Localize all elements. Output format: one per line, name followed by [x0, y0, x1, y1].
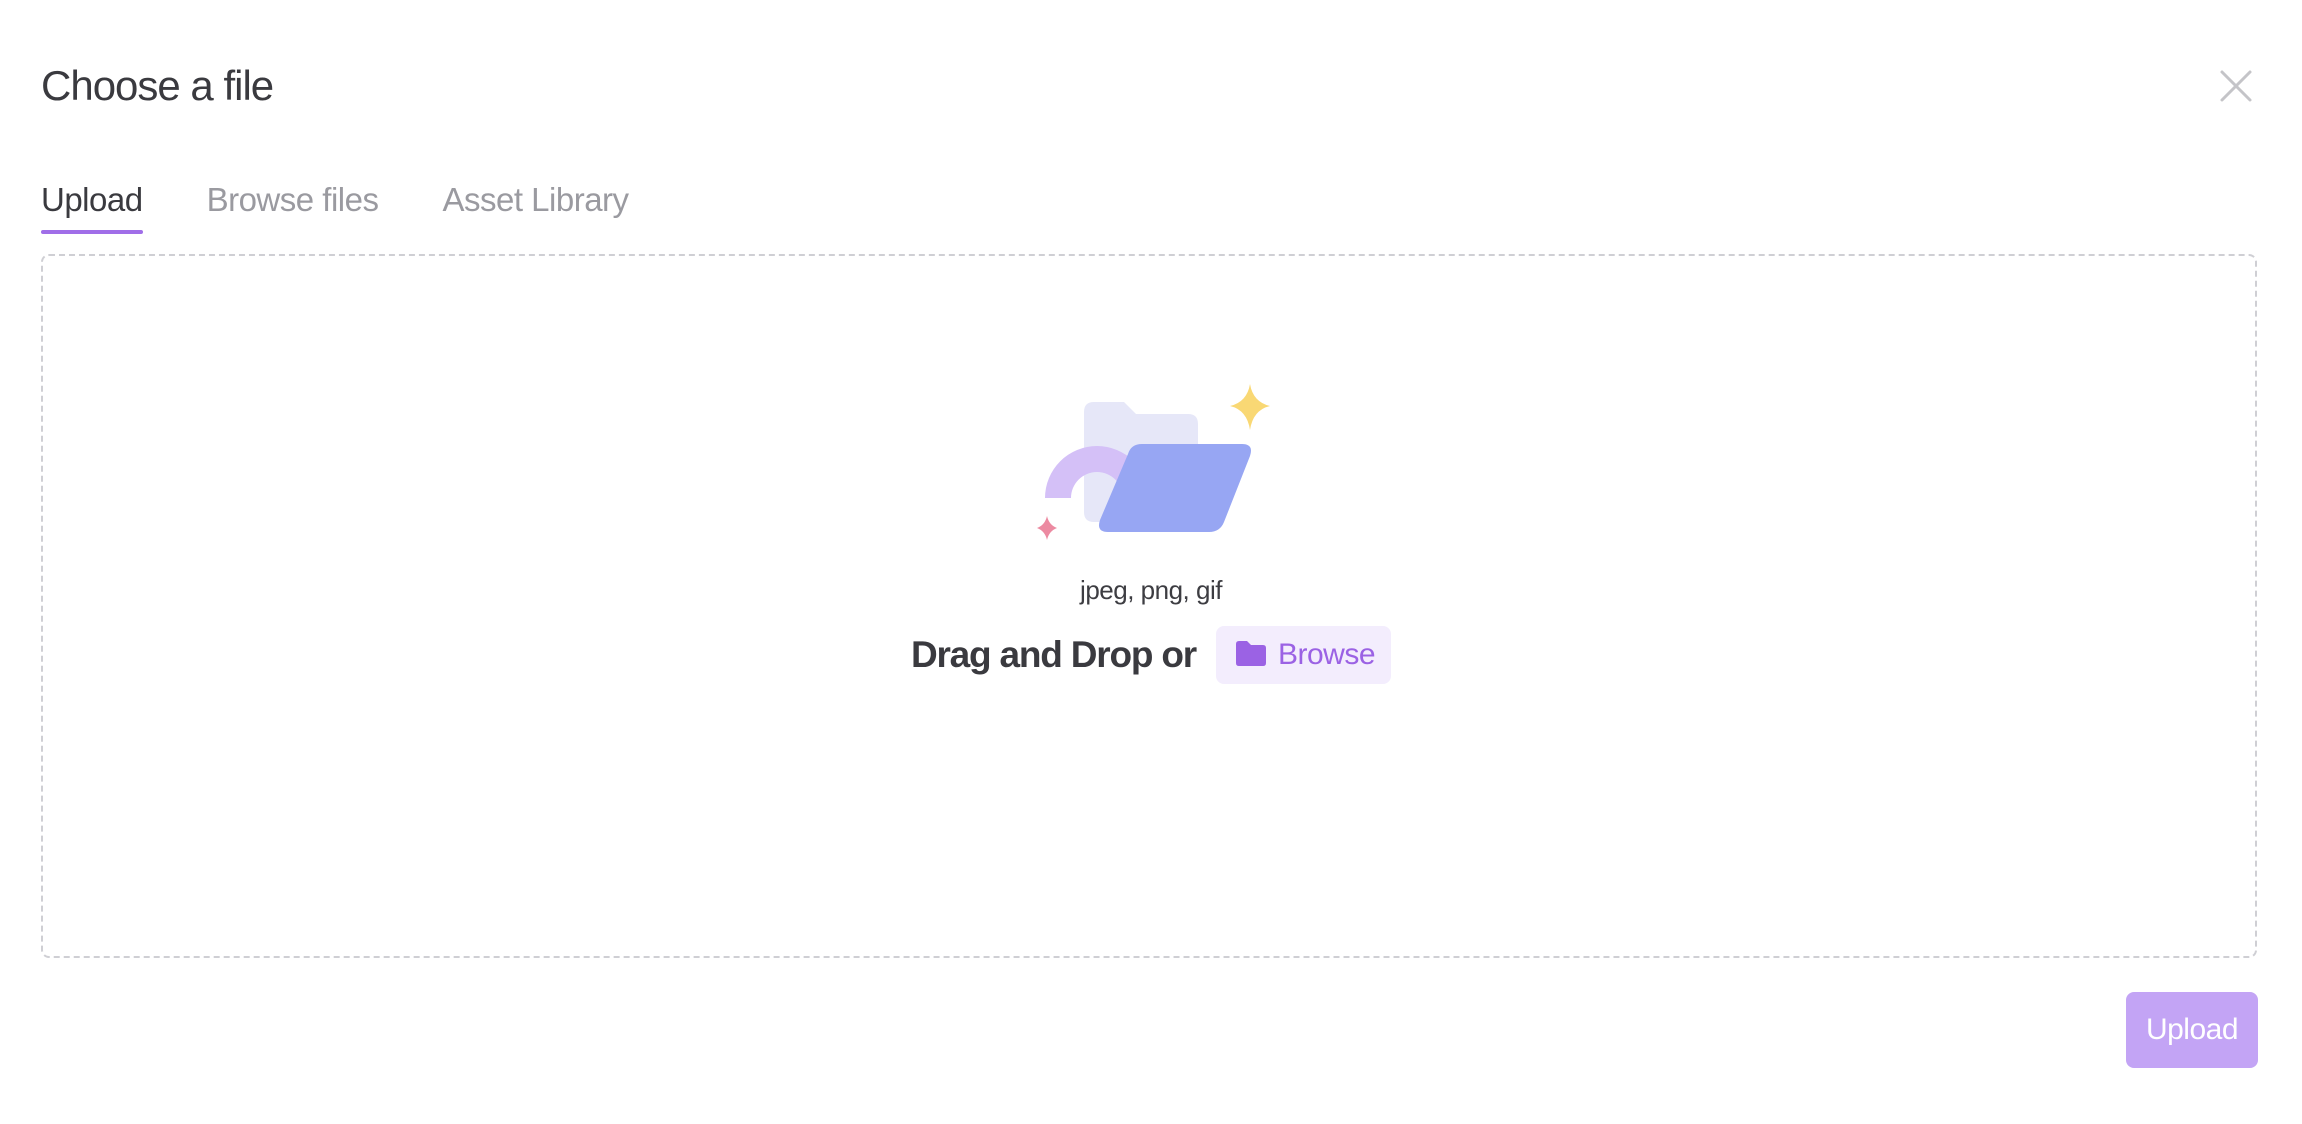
- tab-browse-files[interactable]: Browse files: [207, 172, 379, 234]
- folder-illustration-icon: [1028, 382, 1280, 552]
- drag-drop-label: Drag and Drop or: [910, 634, 1197, 675]
- browse-label: Browse: [1278, 638, 1376, 671]
- tab-bar: Upload Browse files Asset Library: [41, 172, 629, 238]
- dialog-title: Choose a file: [41, 62, 274, 109]
- upload-button[interactable]: Upload: [2126, 992, 2258, 1068]
- accepted-formats: jpeg, png, gif: [1080, 575, 1222, 605]
- tab-asset-library[interactable]: Asset Library: [442, 172, 629, 234]
- close-icon[interactable]: [2218, 68, 2254, 104]
- drop-prompt-row: Drag and Drop or Browse: [0, 625, 2302, 685]
- browse-button[interactable]: Browse: [1216, 626, 1392, 684]
- folder-icon: [1234, 639, 1268, 672]
- tab-upload[interactable]: Upload: [41, 172, 143, 234]
- choose-file-dialog: Choose a file Upload Browse files Asset …: [0, 0, 2302, 1124]
